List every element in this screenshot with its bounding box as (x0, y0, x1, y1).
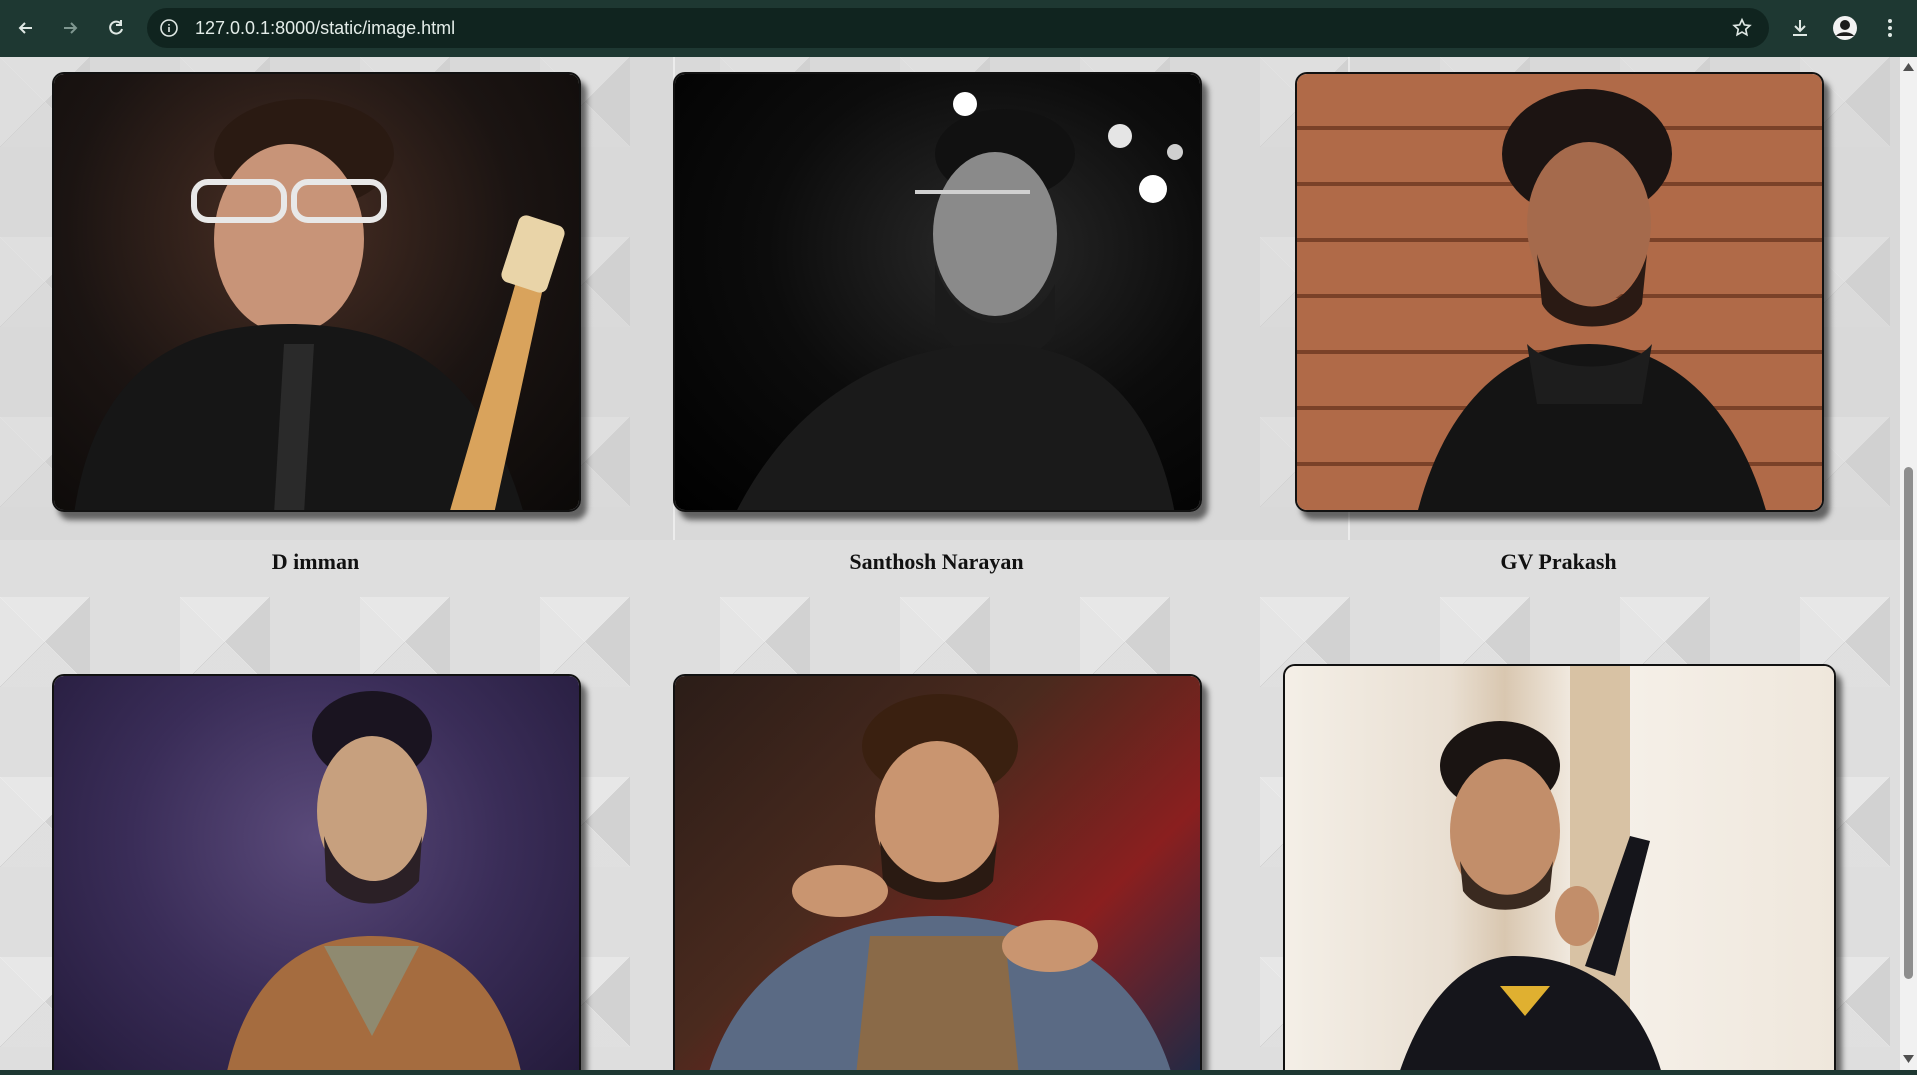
address-bar[interactable]: 127.0.0.1:8000/static/image.html (147, 8, 1769, 48)
musician-photo (1285, 666, 1834, 1070)
musician-photo (1297, 74, 1822, 510)
info-icon[interactable] (159, 18, 179, 38)
portrait-illustration (1418, 89, 1766, 510)
back-button[interactable] (12, 14, 40, 42)
star-icon[interactable] (1731, 17, 1753, 39)
musician-photo (675, 676, 1200, 1070)
download-icon (1793, 20, 1807, 36)
musician-photo (54, 74, 579, 510)
reload-button[interactable] (102, 14, 130, 42)
musician-card[interactable] (673, 72, 1202, 512)
musician-card[interactable] (1295, 72, 1824, 512)
browser-toolbar: 127.0.0.1:8000/static/image.html (0, 0, 1917, 57)
musician-card[interactable] (1283, 664, 1836, 1070)
menu-button[interactable] (1876, 14, 1904, 42)
vertical-scrollbar[interactable] (1900, 57, 1917, 1070)
musician-name: D imman (271, 549, 360, 574)
url-text[interactable]: 127.0.0.1:8000/static/image.html (195, 8, 455, 48)
musician-photo (54, 676, 579, 1070)
page-viewport: D imman Santhosh Narayan GV Prakash (0, 57, 1900, 1070)
musician-photo (675, 74, 1200, 510)
portrait-illustration (227, 691, 521, 1070)
musician-card[interactable] (52, 72, 581, 512)
musician-card[interactable] (673, 674, 1202, 1070)
musician-name: Santhosh Narayan (849, 549, 1024, 574)
forward-button[interactable] (56, 14, 84, 42)
portrait-illustration (709, 694, 1171, 1070)
musician-name: GV Prakash (1500, 549, 1617, 574)
download-button[interactable] (1786, 14, 1814, 42)
scroll-down-arrow-icon[interactable] (1903, 1055, 1914, 1063)
arrow-left-icon (18, 22, 32, 34)
arrow-right-icon (64, 22, 78, 34)
portrait-illustration (1400, 666, 1661, 1070)
reload-icon (109, 20, 123, 35)
scroll-up-arrow-icon[interactable] (1903, 63, 1914, 71)
window-bottom-edge (0, 1070, 1917, 1075)
scrollbar-thumb[interactable] (1904, 467, 1913, 979)
kebab-menu-icon (1888, 19, 1892, 37)
musician-card[interactable] (52, 674, 581, 1070)
portrait-illustration (737, 92, 1183, 510)
avatar-icon (1833, 16, 1857, 40)
portrait-illustration (74, 99, 565, 510)
profile-button[interactable] (1831, 14, 1859, 42)
